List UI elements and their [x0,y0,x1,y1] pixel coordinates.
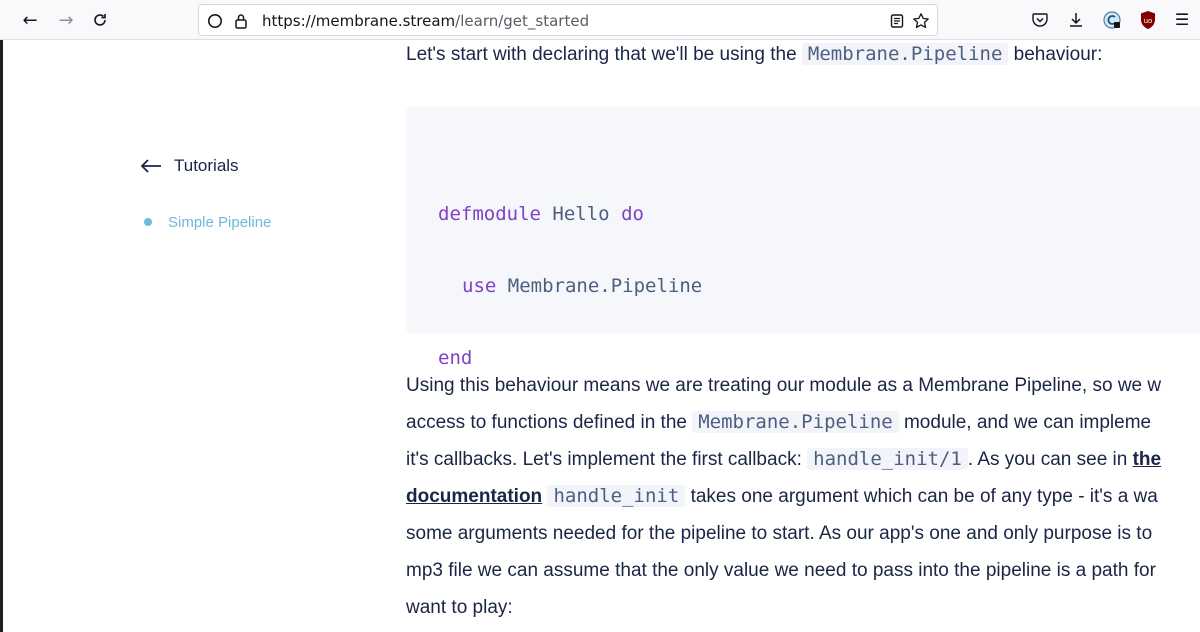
paragraph-line: it's callbacks. Let's implement the firs… [406,441,1200,478]
back-to-tutorials-link[interactable]: Tutorials [140,153,239,179]
code-keyword: end [438,347,473,369]
documentation-link[interactable]: documentation [406,486,542,507]
code-keyword: use [462,275,497,297]
intro-text-after: behaviour: [1008,44,1103,65]
paragraph-line: want to play: [406,597,513,618]
ublock-badge: uo [1144,17,1153,25]
url-bar[interactable]: https://membrane.stream/learn/get_starte… [198,4,938,36]
paragraph-line: some arguments needed for the pipeline t… [406,523,1153,544]
ublock-origin-icon[interactable]: uo [1138,10,1158,30]
reader-view-icon[interactable] [887,11,907,31]
extension-c-icon[interactable] [1102,10,1122,30]
arrow-left-icon [140,159,161,173]
paragraph-line: access to functions defined in the Membr… [406,404,1200,441]
documentation-link-start[interactable]: the [1133,449,1162,470]
code-module: Hello [552,203,610,225]
code-keyword: defmodule [438,203,541,225]
code-line-1: defmodule Hello do [438,202,644,226]
bookmark-star-icon[interactable] [911,11,931,31]
browser-toolbar: ← → https://membrane.stream/learn/get_st… [0,0,1200,40]
inline-code: Membrane.Pipeline [692,411,899,433]
url-text[interactable]: https://membrane.stream/learn/get_starte… [262,12,589,30]
pocket-icon[interactable] [1030,10,1050,30]
intro-text-before: Let's start with declaring that we'll be… [406,44,802,65]
toc-item-label: Simple Pipeline [168,213,272,231]
inline-code: Membrane.Pipeline [801,43,1009,65]
code-module: Membrane.Pipeline [507,275,703,297]
url-path: /learn/get_started [455,12,590,30]
menu-icon[interactable]: ☰ [1172,10,1192,30]
lock-icon[interactable] [231,11,251,31]
paragraph-text: takes one argument which can be of any t… [685,486,1158,507]
paragraph-line: mp3 file we can assume that the only val… [406,560,1156,581]
paragraph-text: module, and we can impleme [898,412,1152,433]
code-line-2: use Membrane.Pipeline [462,274,702,298]
url-host: https://membrane.stream [262,12,456,30]
explanation-paragraph: Using this behaviour means we are treati… [406,367,1200,626]
forward-arrow-icon[interactable]: → [54,8,78,32]
code-keyword: do [621,203,644,225]
inline-code: handle_init/1 [807,448,968,470]
reload-icon[interactable] [88,8,112,32]
inline-code: handle_init [547,485,686,507]
back-link-label: Tutorials [174,156,239,175]
paragraph-text: it's callbacks. Let's implement the firs… [406,449,808,470]
paragraph-text: . As you can see in [967,449,1133,470]
download-icon[interactable] [1066,10,1086,30]
paragraph-line: documentation handle_init takes one argu… [406,478,1200,515]
back-arrow-icon[interactable]: ← [18,8,42,32]
article-content: Let's start with declaring that we'll be… [406,40,1200,632]
paragraph-line: Using this behaviour means we are treati… [406,375,1162,396]
code-block: defmodule Hello do use Membrane.Pipeline… [406,107,1200,369]
intro-sentence: Let's start with declaring that we'll be… [406,40,1200,68]
toc-bullet-icon [144,218,152,226]
shield-icon[interactable] [205,11,225,31]
toc-item-simple-pipeline[interactable]: Simple Pipeline [144,211,271,233]
paragraph-text: access to functions defined in the [406,412,693,433]
window-edge [0,0,3,632]
